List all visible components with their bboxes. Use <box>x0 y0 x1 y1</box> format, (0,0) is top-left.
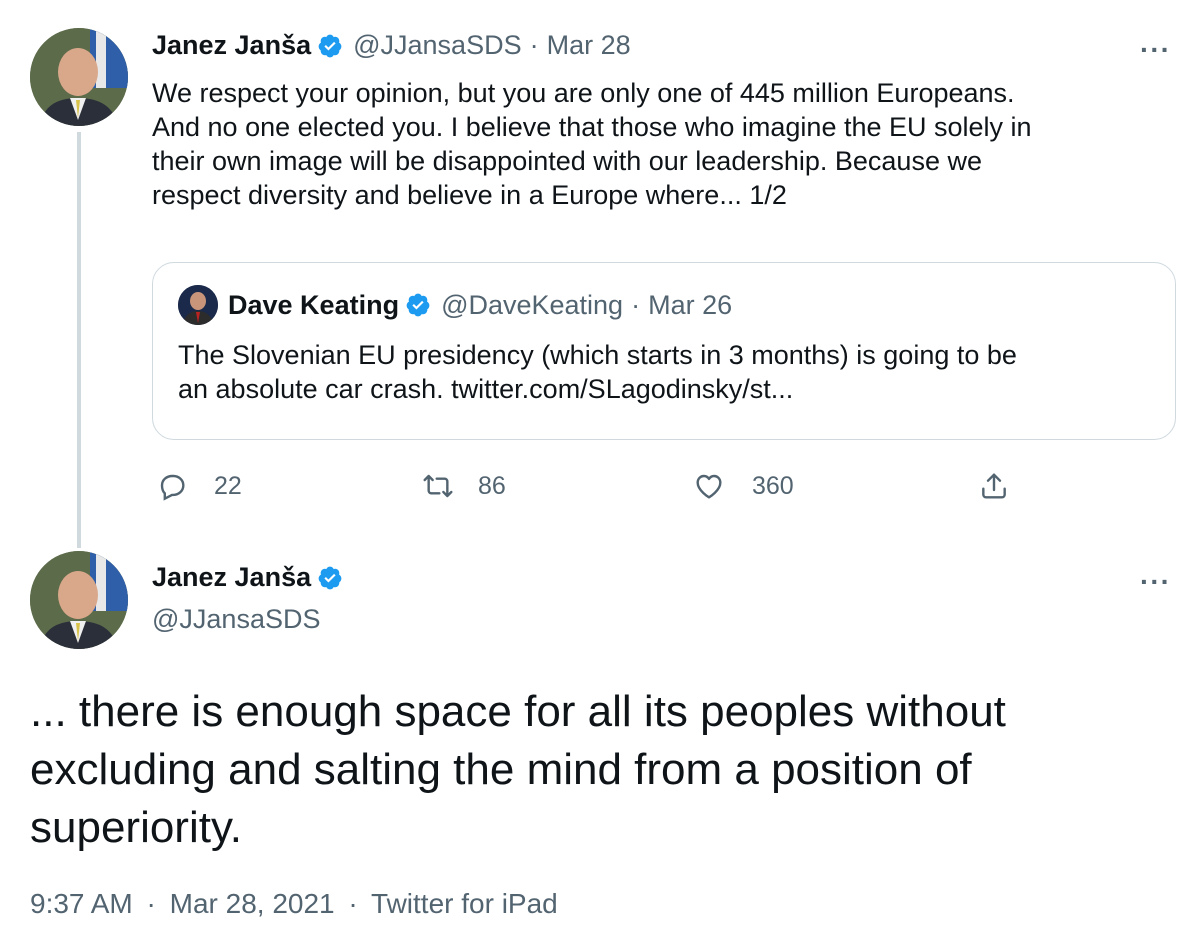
avatar-janez-jansa[interactable] <box>30 551 128 649</box>
avatar-dave-keating <box>178 285 218 325</box>
retweet-button[interactable]: 86 <box>420 470 506 502</box>
quote-text-line[interactable]: an absolute car crash. twitter.com/SLago… <box>178 372 1158 406</box>
tweet1-header: Janez Janša @JJansaSDS · Mar 28 <box>152 30 631 61</box>
author-handle[interactable]: @JJansaSDS <box>353 30 521 61</box>
tweet-text-line: ... there is enough space for all its pe… <box>30 687 1006 736</box>
reply-icon <box>160 474 185 501</box>
separator-dot: · <box>631 289 641 320</box>
quote-author-name: Dave Keating <box>228 289 400 320</box>
tweet-text-line: superiority. <box>30 803 242 852</box>
tweet-source[interactable]: Twitter for iPad <box>371 888 558 919</box>
retweet-count: 86 <box>478 471 506 500</box>
author-name[interactable]: Janez Janša <box>152 30 311 61</box>
share-button[interactable] <box>978 470 1036 502</box>
tweet-text-line: their own image will be disappointed wit… <box>152 146 982 176</box>
tweet1-text: We respect your opinion, but you are onl… <box>152 76 1172 212</box>
tweet-text-line: We respect your opinion, but you are onl… <box>152 78 1015 108</box>
like-icon <box>696 474 722 499</box>
quote-author-handle: @DaveKeating <box>441 289 624 320</box>
tweet-date[interactable]: Mar 28 <box>547 30 631 61</box>
separator-dot: · <box>146 888 156 919</box>
quote-date: Mar 26 <box>648 289 733 320</box>
separator-dot: · <box>348 888 358 919</box>
tweet-full-date[interactable]: Mar 28, 2021 <box>170 888 335 919</box>
quote-text-line: The Slovenian EU presidency (which start… <box>178 340 1017 370</box>
like-button[interactable]: 360 <box>692 470 794 502</box>
tweet2-header: Janez Janša <box>152 562 353 593</box>
tweet-footer: 9:37 AM · Mar 28, 2021 · Twitter for iPa… <box>30 888 558 920</box>
tweet-text-line: And no one elected you. I believe that t… <box>152 112 1032 142</box>
tweet-time[interactable]: 9:37 AM <box>30 888 133 919</box>
like-count: 360 <box>752 471 794 500</box>
tweet2-text: ... there is enough space for all its pe… <box>30 683 1180 857</box>
tweet-text-line: excluding and salting the mind from a po… <box>30 745 972 794</box>
share-icon <box>982 473 1006 499</box>
more-icon[interactable]: ··· <box>1140 566 1171 598</box>
thread-line <box>77 132 81 548</box>
author-handle[interactable]: @JJansaSDS <box>152 604 320 635</box>
reply-count: 22 <box>214 471 242 500</box>
retweet-icon <box>423 474 453 498</box>
author-name[interactable]: Janez Janša <box>152 562 311 593</box>
reply-button[interactable]: 22 <box>156 470 242 502</box>
avatar-janez-jansa[interactable] <box>30 28 128 126</box>
more-icon[interactable]: ··· <box>1140 34 1171 66</box>
tweet-text-line: respect diversity and believe in a Europ… <box>152 180 787 210</box>
verified-badge-icon <box>317 33 343 59</box>
quote-text: The Slovenian EU presidency (which start… <box>178 338 1158 406</box>
quote-header: Dave Keating @DaveKeating · Mar 26 <box>178 285 732 325</box>
separator-dot: · <box>529 30 539 60</box>
verified-badge-icon <box>405 292 431 318</box>
verified-badge-icon <box>317 565 343 591</box>
